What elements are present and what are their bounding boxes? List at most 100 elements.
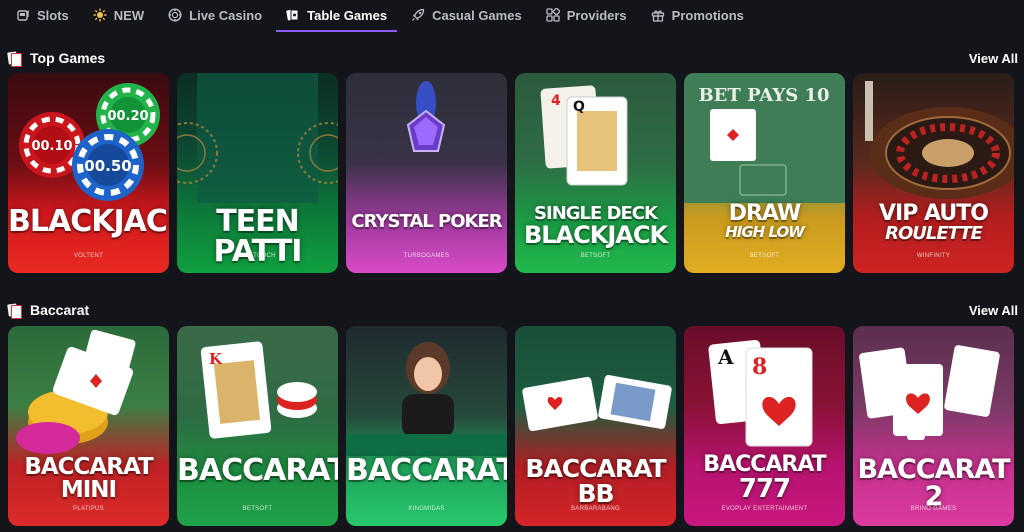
- card-rank: K: [209, 350, 223, 368]
- chip-value: 00.10: [31, 139, 72, 154]
- view-all-link[interactable]: View All: [969, 51, 1018, 66]
- game-title-line: BACCARAT 2: [857, 454, 1010, 512]
- game-title-line: TEEN PATTI: [213, 204, 303, 269]
- sparkle-icon: [93, 8, 107, 22]
- nav-item-label: Providers: [566, 7, 627, 23]
- playing-cards-art: 4 Q: [540, 85, 628, 186]
- section-title: Top Games: [8, 50, 106, 67]
- rocket-icon: [411, 8, 425, 22]
- cards-icon: [8, 303, 22, 319]
- card-rank: Q: [573, 99, 585, 115]
- game-title: BACCARAT 2: [853, 456, 1014, 510]
- game-row-baccarat: BACCARAT MINI PLATIPUS K BACCARAT BETSOF…: [8, 326, 1024, 526]
- nav-item-table-games[interactable]: Table Games: [276, 0, 398, 32]
- game-title-line-2: HIGH LOW: [725, 223, 805, 241]
- game-card-baccarat-777[interactable]: A 8 BACCARAT 777 EVOPLAY ENTERTAINMENT: [684, 326, 845, 526]
- game-card-blackjack[interactable]: 00.10 00.20 00.50 BLACKJACK VOLTENT: [8, 73, 169, 273]
- section-header-baccarat: Baccarat View All: [8, 299, 1018, 321]
- dealer-art: [346, 342, 507, 456]
- game-title-line: BLACKJACK: [8, 204, 169, 239]
- section-title: Baccarat: [8, 302, 90, 319]
- game-provider: VOLTENT: [73, 253, 104, 259]
- nav-item-new[interactable]: NEW: [93, 0, 144, 30]
- game-title: BACCARAT: [346, 456, 507, 486]
- nav-item-label: Promotions: [671, 7, 744, 23]
- game-title-line: BACCARAT: [346, 453, 507, 488]
- game-title: BACCARAT: [177, 456, 338, 486]
- game-card-baccarat-betsoft[interactable]: K BACCARAT BETSOFT: [177, 326, 338, 526]
- game-provider: BRINO GAMES: [910, 506, 957, 512]
- game-card-baccarat-bb[interactable]: BACCARAT BB BARBARABANG: [515, 326, 676, 526]
- nav-item-label: Live Casino: [189, 7, 263, 23]
- roulette-wheel-art: [865, 81, 1014, 199]
- game-title-line-2: 777: [738, 474, 791, 504]
- grid-icon: [546, 8, 560, 22]
- game-title: BACCARAT MINI: [8, 456, 169, 502]
- felt-text: BET PAYS 10: [698, 85, 829, 106]
- section-header-top-games: Top Games View All: [8, 47, 1018, 69]
- ace-eight-cards-art: A 8: [708, 339, 813, 447]
- game-card-draw-high-low[interactable]: BET PAYS 10 DRAW HIGH LOW BETSOFT: [684, 73, 845, 273]
- crystal-art: [406, 81, 446, 152]
- chip-value: 00.50: [84, 157, 131, 175]
- nav-item-promotions[interactable]: Promotions: [651, 0, 744, 30]
- felt-table-art: BET PAYS 10: [684, 73, 845, 203]
- game-provider: ONETOUCH: [239, 253, 276, 259]
- game-provider: BARBARABANG: [571, 506, 620, 512]
- game-provider: PLATIPUS: [73, 506, 104, 512]
- game-card-teen-patti[interactable]: TEEN PATTI ONETOUCH: [177, 73, 338, 273]
- game-provider: WINFINITY: [916, 253, 951, 259]
- game-title-line-2: ROULETTE: [885, 223, 983, 244]
- game-title: BACCARAT BB: [515, 456, 676, 506]
- nav-item-live-casino[interactable]: Live Casino: [168, 0, 262, 30]
- game-title: SINGLE DECK BLACKJACK: [515, 205, 676, 249]
- game-title-line: BACCARAT MINI: [24, 454, 153, 503]
- card-rank: 8: [752, 354, 767, 380]
- mandala-art: [177, 73, 338, 203]
- game-provider: BETSOFT: [242, 506, 273, 512]
- game-provider: BETSOFT: [749, 253, 780, 259]
- nav-item-label: Casual Games: [432, 7, 522, 23]
- game-title: BLACKJACK: [8, 207, 169, 237]
- game-title: CRYSTAL POKER: [346, 213, 507, 231]
- section-title-label: Top Games: [30, 50, 106, 66]
- chip-stack-art: 00.10 00.20 00.50: [19, 83, 160, 201]
- game-card-baccarat-kingmidas[interactable]: BACCARAT KINGMIDAS: [346, 326, 507, 526]
- card-rank: A: [717, 345, 734, 369]
- cards-fan-art: [522, 375, 672, 432]
- game-title: BACCARAT 777: [684, 454, 845, 504]
- hearts-cards-art: [859, 345, 1000, 440]
- nav-item-label: NEW: [113, 7, 145, 23]
- nav-item-providers[interactable]: Providers: [546, 0, 627, 30]
- game-title-line: BACCARAT BB: [525, 454, 666, 508]
- game-provider: BETSOFT: [580, 253, 611, 259]
- poker-chip-icon: [168, 8, 182, 22]
- king-card-art: K: [200, 341, 317, 439]
- nav-item-casual-games[interactable]: Casual Games: [411, 0, 522, 30]
- nav-item-slots[interactable]: Slots: [16, 0, 69, 30]
- game-card-single-deck-blackjack[interactable]: 4 Q SINGLE DECK BLACKJACK BETSOFT: [515, 73, 676, 273]
- cards-icon: [286, 8, 300, 22]
- nav-item-label: Slots: [37, 7, 69, 23]
- game-provider: KINGMIDAS: [408, 506, 445, 512]
- chip-value: 00.20: [107, 109, 148, 124]
- gift-icon: [651, 8, 665, 22]
- game-title: DRAW HIGH LOW: [684, 203, 845, 240]
- category-nav: Slots NEW Live Casino Table Games Casual…: [0, 0, 1024, 32]
- card-rank: 4: [551, 93, 561, 109]
- nav-item-label: Table Games: [307, 7, 388, 23]
- game-row-top-games: 00.10 00.20 00.50 BLACKJACK VOLTENT TEEN…: [8, 73, 1024, 273]
- view-all-link[interactable]: View All: [969, 303, 1018, 318]
- game-card-baccarat-2[interactable]: BACCARAT 2 BRINO GAMES: [853, 326, 1014, 526]
- game-title-line: CRYSTAL POKER: [351, 211, 502, 232]
- game-card-vip-auto-roulette[interactable]: VIP AUTO ROULETTE WINFINITY: [853, 73, 1014, 273]
- game-title-line-2: BLACKJACK: [523, 221, 668, 249]
- section-title-label: Baccarat: [30, 302, 90, 318]
- game-provider: EVOPLAY ENTERTAINMENT: [721, 506, 808, 512]
- game-title: VIP AUTO ROULETTE: [853, 203, 1014, 243]
- cards-icon: [8, 51, 22, 67]
- game-card-baccarat-mini[interactable]: BACCARAT MINI PLATIPUS: [8, 326, 169, 526]
- game-card-crystal-poker[interactable]: CRYSTAL POKER TURBOGAMES: [346, 73, 507, 273]
- game-title-line: BACCARAT: [177, 453, 338, 488]
- chips-and-cards-art: [16, 329, 136, 454]
